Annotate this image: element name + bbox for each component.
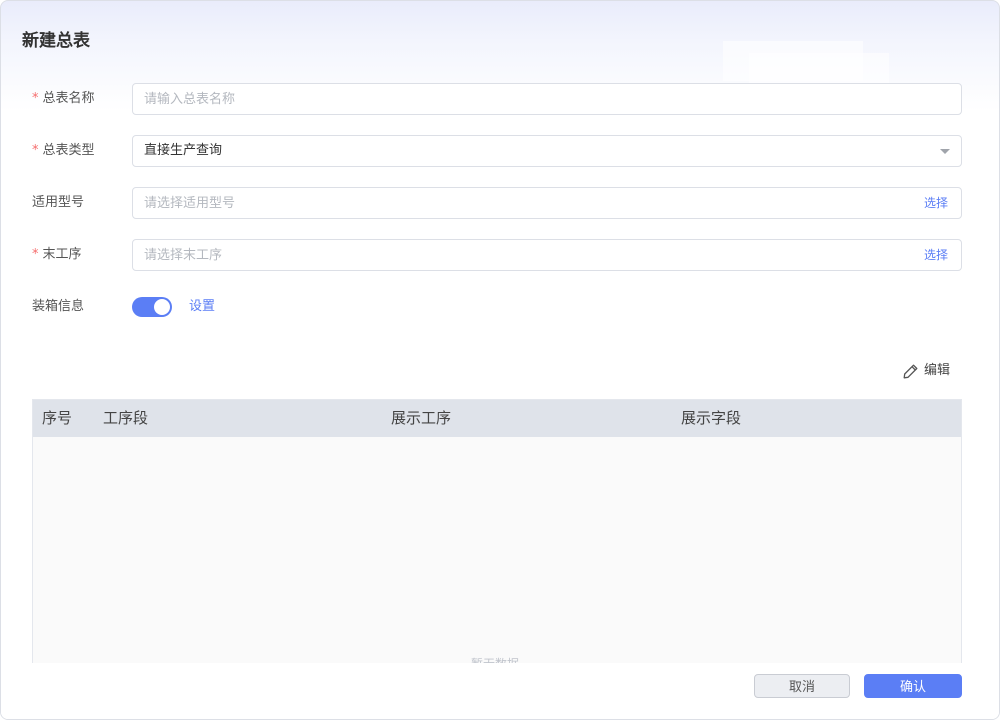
type-select[interactable]: 直接生产查询 (132, 135, 962, 167)
edit-button-label: 编辑 (924, 363, 951, 378)
last-process-input[interactable] (144, 240, 904, 270)
last-process-label: * 末工序 (32, 239, 82, 271)
required-mark: * (32, 91, 39, 106)
column-header-display-fields: 展示字段 (681, 409, 742, 427)
form-row-type: * 总表类型 直接生产查询 (1, 135, 999, 167)
pencil-icon (903, 364, 918, 379)
table-header: 序号 工序段 展示工序 展示字段 (33, 400, 961, 437)
type-label-text: 总表类型 (42, 143, 95, 158)
dialog-title: 新建总表 (22, 31, 90, 51)
column-header-index: 序号 (42, 409, 73, 427)
confirm-button[interactable]: 确认 (864, 674, 962, 698)
new-summary-table-dialog: 新建总表 *总表名称 *总表类型 直接生产查询 适用型号 选择 *末工序 选择 … (0, 0, 1000, 720)
header-decoration (749, 53, 889, 83)
form-row-model: 适用型号 选择 (1, 187, 999, 219)
form-row-packing: 装箱信息 设置 (1, 291, 999, 323)
last-process-field: 选择 (132, 239, 962, 271)
model-field: 选择 (132, 187, 962, 219)
form-row-name: * 总表名称 (1, 83, 999, 115)
caret-down-icon (940, 149, 950, 154)
required-mark: * (32, 143, 39, 158)
required-mark: * (32, 247, 39, 262)
model-choose-button[interactable]: 选择 (924, 188, 948, 218)
name-label-text: 总表名称 (42, 91, 95, 106)
type-label: * 总表类型 (32, 135, 95, 167)
name-field (132, 83, 962, 115)
name-input[interactable] (144, 84, 904, 114)
column-header-process-segment: 工序段 (103, 409, 149, 427)
packing-toggle[interactable] (132, 297, 172, 317)
toggle-knob (154, 299, 170, 315)
type-select-value: 直接生产查询 (144, 143, 223, 158)
last-process-label-text: 末工序 (42, 247, 82, 262)
model-input[interactable] (144, 188, 904, 218)
form-row-last-process: *末工序 选择 (1, 239, 999, 271)
column-header-display-process: 展示工序 (391, 409, 452, 427)
packing-settings-link[interactable]: 设置 (189, 291, 215, 323)
last-process-choose-button[interactable]: 选择 (924, 240, 948, 270)
packing-label: 装箱信息 (32, 299, 85, 314)
process-table: 序号 工序段 展示工序 展示字段 (32, 399, 962, 666)
name-label: * 总表名称 (32, 83, 95, 115)
cancel-button[interactable]: 取消 (754, 674, 850, 698)
dialog-footer (1, 663, 999, 719)
model-label: 适用型号 (32, 195, 85, 210)
